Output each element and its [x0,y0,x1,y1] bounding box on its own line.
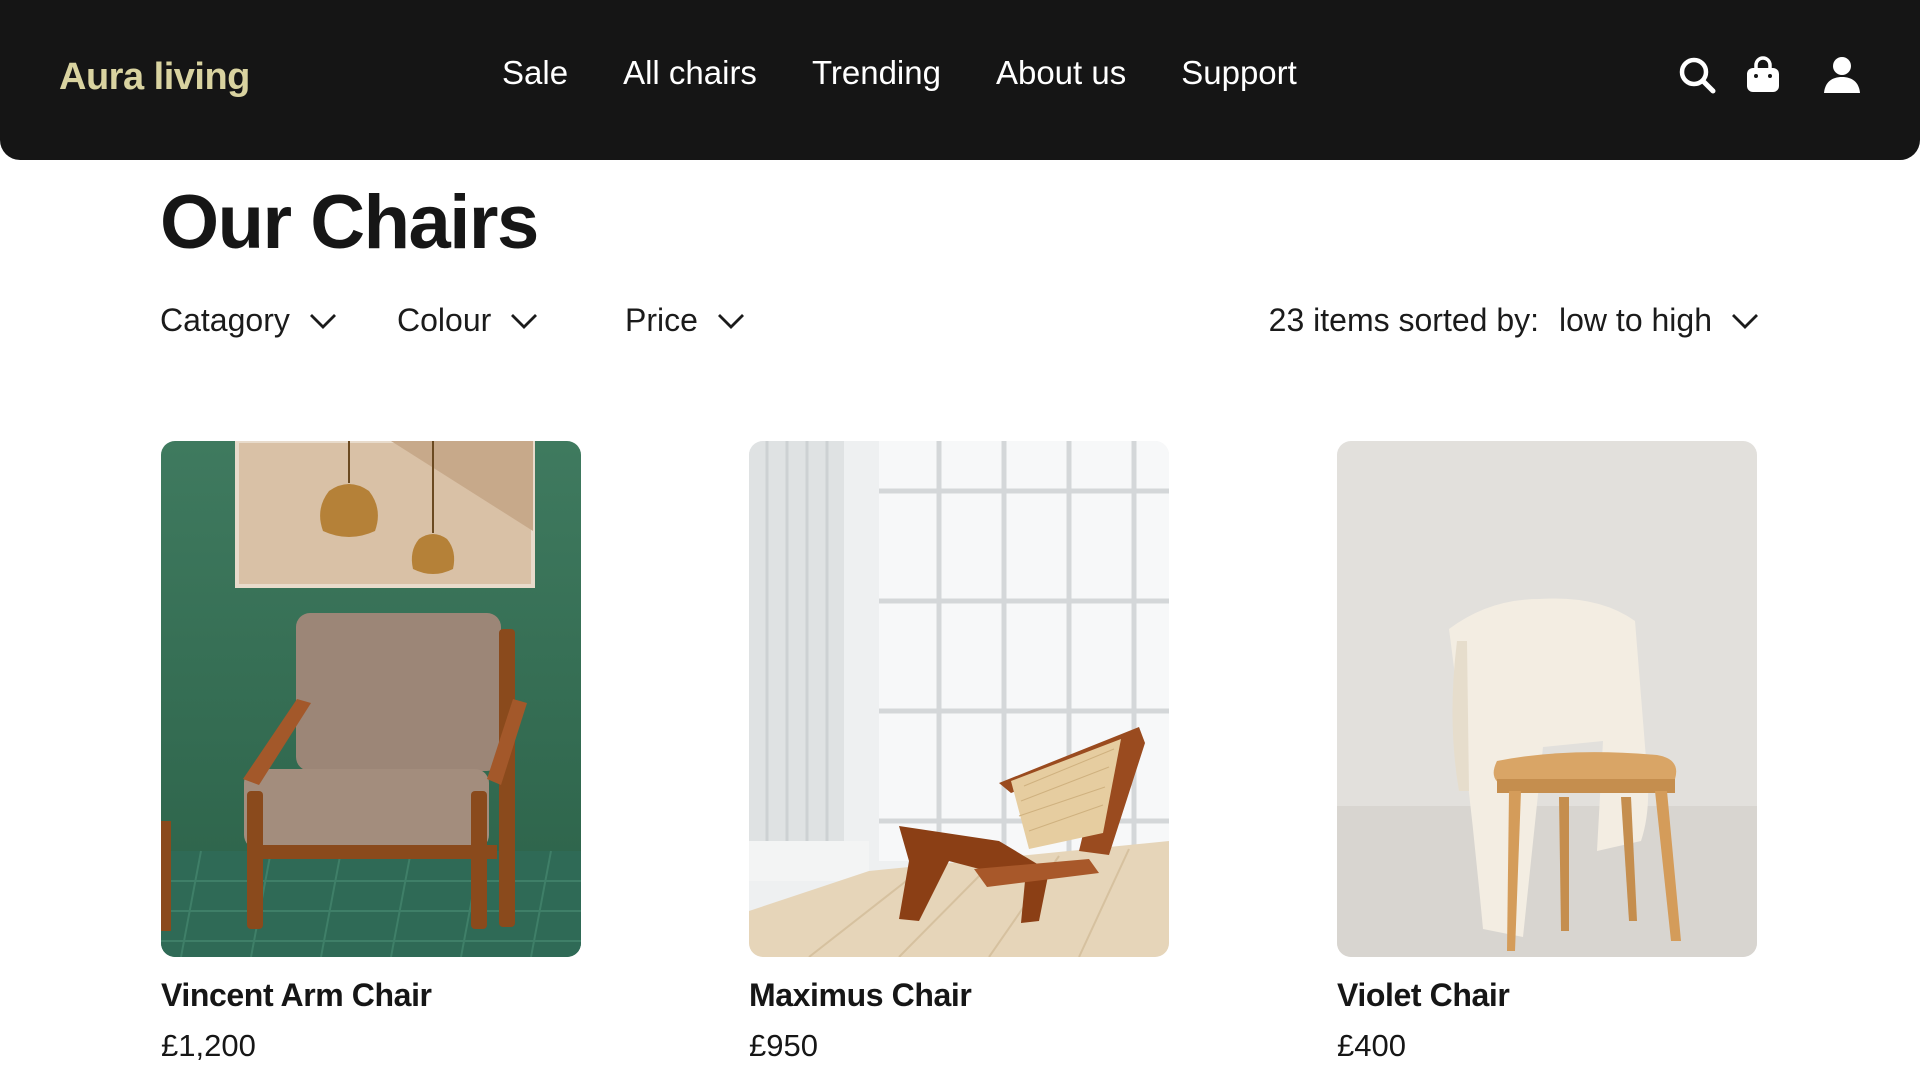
page-title: Our Chairs [160,180,539,265]
product-name[interactable]: Vincent Arm Chair [161,977,581,1014]
nav-item-support[interactable]: Support [1181,54,1297,92]
price-filter-dropdown[interactable]: Price [625,302,746,339]
product-image[interactable] [161,441,581,957]
category-filter-dropdown[interactable]: Catagory [160,302,338,339]
user-icon[interactable] [1819,52,1865,98]
brand-logo[interactable]: Aura living [59,56,250,99]
product-card[interactable]: Violet Chair £400 [1337,441,1757,1064]
item-count-label: 23 items sorted by: [1268,302,1540,338]
chevron-down-icon [511,313,538,329]
price-filter-label: Price [625,302,698,338]
chevron-down-icon [309,313,336,329]
nav-item-sale[interactable]: Sale [502,54,568,92]
product-name[interactable]: Maximus Chair [749,977,1169,1014]
sort-value: low to high [1559,302,1712,338]
sort-dropdown[interactable]: 23 items sorted by: low to high [1269,302,1760,339]
category-filter-label: Catagory [160,302,290,338]
product-card[interactable]: Vincent Arm Chair £1,200 [161,441,581,1064]
nav-item-trending[interactable]: Trending [812,54,941,92]
nav-item-about-us[interactable]: About us [996,54,1126,92]
product-price: £950 [749,1028,818,1063]
nav-item-all-chairs[interactable]: All chairs [623,54,757,92]
colour-filter-dropdown[interactable]: Colour [397,302,539,339]
chevron-down-icon [717,313,744,329]
product-image[interactable] [749,441,1169,957]
search-icon[interactable] [1674,52,1720,98]
shopping-bag-icon[interactable] [1740,52,1786,98]
product-price: £400 [1337,1028,1406,1063]
top-navigation-bar: Aura living Sale All chairs Trending Abo… [0,0,1920,160]
chevron-down-icon [1732,313,1758,329]
colour-filter-label: Colour [397,302,492,338]
product-price: £1,200 [161,1028,256,1063]
main-nav: Sale All chairs Trending About us Suppor… [502,54,1297,92]
product-name[interactable]: Violet Chair [1337,977,1757,1014]
product-card[interactable]: Maximus Chair £950 [749,441,1169,1064]
product-image[interactable] [1337,441,1757,957]
